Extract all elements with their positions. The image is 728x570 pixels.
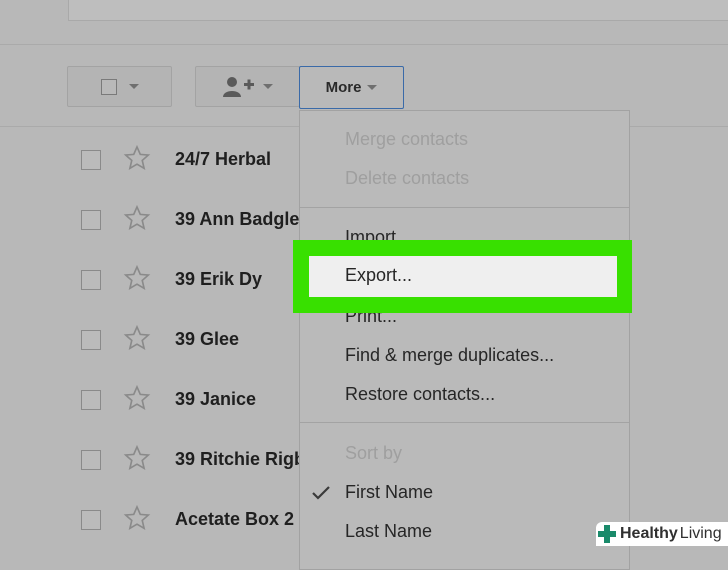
menu-item-restore-contacts[interactable]: Restore contacts... — [345, 384, 495, 405]
header-divider — [0, 44, 728, 45]
add-to-group-button[interactable] — [195, 66, 300, 107]
plus-leaf-icon — [598, 525, 616, 543]
select-all-dropdown[interactable] — [67, 66, 172, 107]
header-field — [68, 0, 728, 21]
more-dropdown-menu: Merge contacts Delete contacts Import...… — [299, 110, 630, 570]
menu-item-merge-contacts: Merge contacts — [345, 129, 469, 149]
contact-name[interactable]: Acetate Box 2 — [175, 509, 300, 530]
more-button-label: More — [325, 79, 362, 96]
contact-name[interactable]: 39 Erik Dy — [175, 269, 300, 290]
chevron-down-icon — [367, 85, 378, 90]
row-checkbox[interactable] — [81, 510, 101, 530]
contact-name[interactable]: 39 Janice — [175, 389, 300, 410]
row-checkbox[interactable] — [81, 210, 101, 230]
row-checkbox[interactable] — [81, 390, 101, 410]
select-all-checkbox[interactable] — [100, 78, 117, 95]
row-checkbox[interactable] — [81, 450, 101, 470]
contact-row[interactable]: 39 Janice — [0, 370, 300, 430]
contact-row[interactable]: 39 Erik Dy — [0, 250, 300, 310]
star-icon[interactable] — [123, 204, 151, 232]
contact-row[interactable]: 39 Ritchie Rigby — [0, 430, 300, 490]
add-person-icon — [222, 76, 254, 97]
star-icon[interactable] — [123, 504, 151, 532]
chevron-down-icon — [262, 84, 273, 89]
contact-name[interactable]: 39 Ann Badgley — [175, 209, 300, 230]
contact-name[interactable]: 39 Ritchie Rigby — [175, 449, 300, 470]
more-button[interactable]: More — [299, 66, 404, 109]
menu-separator — [300, 422, 629, 423]
star-icon[interactable] — [123, 384, 151, 412]
row-checkbox[interactable] — [81, 330, 101, 350]
menu-item-export-label[interactable]: Export... — [345, 265, 412, 286]
star-icon[interactable] — [123, 324, 151, 352]
contact-row[interactable]: 39 Glee — [0, 310, 300, 370]
star-icon[interactable] — [123, 264, 151, 292]
row-checkbox[interactable] — [81, 270, 101, 290]
checkmark-icon — [312, 486, 330, 500]
contact-name[interactable]: 39 Glee — [175, 329, 300, 350]
menu-separator — [300, 207, 629, 208]
menu-item-find-merge-duplicates[interactable]: Find & merge duplicates... — [345, 345, 554, 366]
watermark-healthy: Healthy — [620, 525, 678, 542]
contact-name[interactable]: 24/7 Herbal — [175, 149, 300, 170]
menu-item-delete-contacts: Delete contacts — [345, 168, 470, 188]
contact-row[interactable]: 24/7 Herbal — [0, 130, 300, 190]
menu-item-sort-last-name[interactable]: Last Name — [345, 521, 432, 542]
chevron-down-icon — [128, 84, 139, 89]
healthy-living-watermark: Healthy Living — [596, 522, 728, 546]
contact-row[interactable]: Acetate Box 2 — [0, 490, 300, 550]
contact-row[interactable]: 39 Ann Badgley — [0, 190, 300, 250]
star-icon[interactable] — [123, 144, 151, 172]
watermark-living: Living — [679, 525, 722, 542]
row-checkbox[interactable] — [81, 150, 101, 170]
star-icon[interactable] — [123, 444, 151, 472]
menu-item-sort-first-name[interactable]: First Name — [345, 482, 433, 503]
sort-by-heading: Sort by — [345, 443, 403, 463]
